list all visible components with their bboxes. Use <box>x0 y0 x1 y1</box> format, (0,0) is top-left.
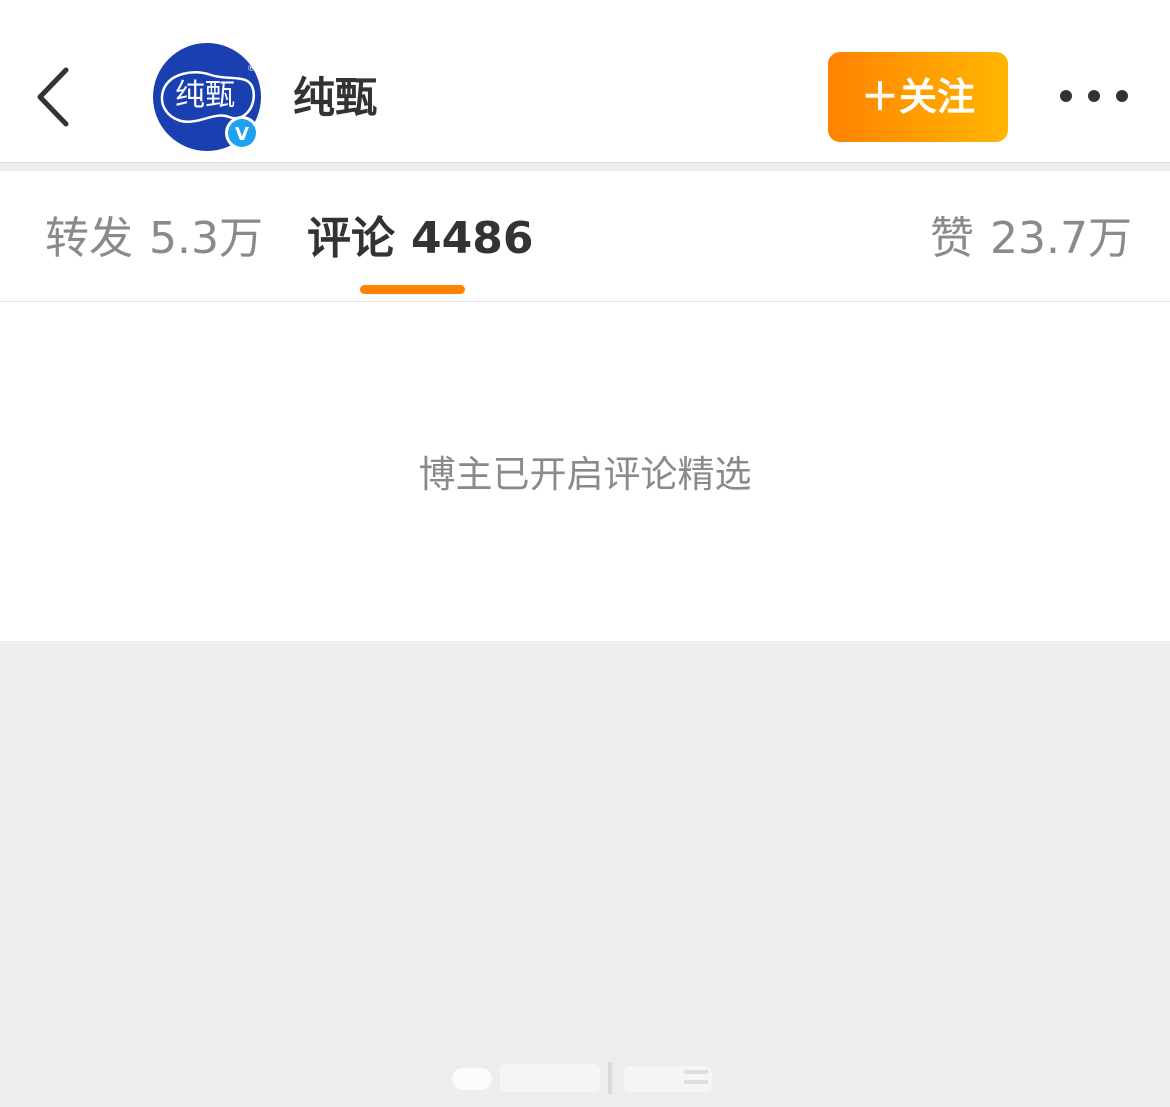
more-dots-icon <box>1060 90 1128 102</box>
comments-panel: 博主已开启评论精选 <box>0 302 1170 641</box>
avatar-logo-text: 纯甄 <box>175 78 235 113</box>
account-name[interactable]: 纯甄 <box>293 72 377 124</box>
tab-count: 5.3万 <box>149 213 263 264</box>
more-button[interactable] <box>1058 80 1130 112</box>
tab-label: 赞 <box>930 213 974 264</box>
comment-curation-notice: 博主已开启评论精选 <box>418 453 752 496</box>
follow-button[interactable]: ＋关注 <box>828 52 1008 142</box>
tab-reposts[interactable]: 转发 5.3万 <box>45 211 263 267</box>
verified-badge-icon: V <box>225 116 259 150</box>
watermark-graphic <box>448 1058 718 1096</box>
tab-count: 4486 <box>411 213 534 264</box>
tab-count: 23.7万 <box>990 213 1132 264</box>
avatar[interactable]: 纯甄 ® V <box>153 43 261 151</box>
tab-comments[interactable]: 评论 4486 <box>307 211 533 267</box>
chevron-left-icon <box>37 67 69 127</box>
interaction-tabs: 转发 5.3万 评论 4486 赞 23.7万 <box>0 171 1170 302</box>
tab-likes[interactable]: 赞 23.7万 <box>930 211 1132 267</box>
tab-label: 评论 <box>307 213 395 264</box>
active-tab-indicator <box>360 285 465 294</box>
tab-label: 转发 <box>45 213 133 264</box>
svg-text:®: ® <box>247 64 256 74</box>
back-button[interactable] <box>28 62 78 132</box>
top-nav-bar: 纯甄 ® V 纯甄 ＋关注 <box>0 0 1170 163</box>
svg-text:V: V <box>235 124 249 145</box>
